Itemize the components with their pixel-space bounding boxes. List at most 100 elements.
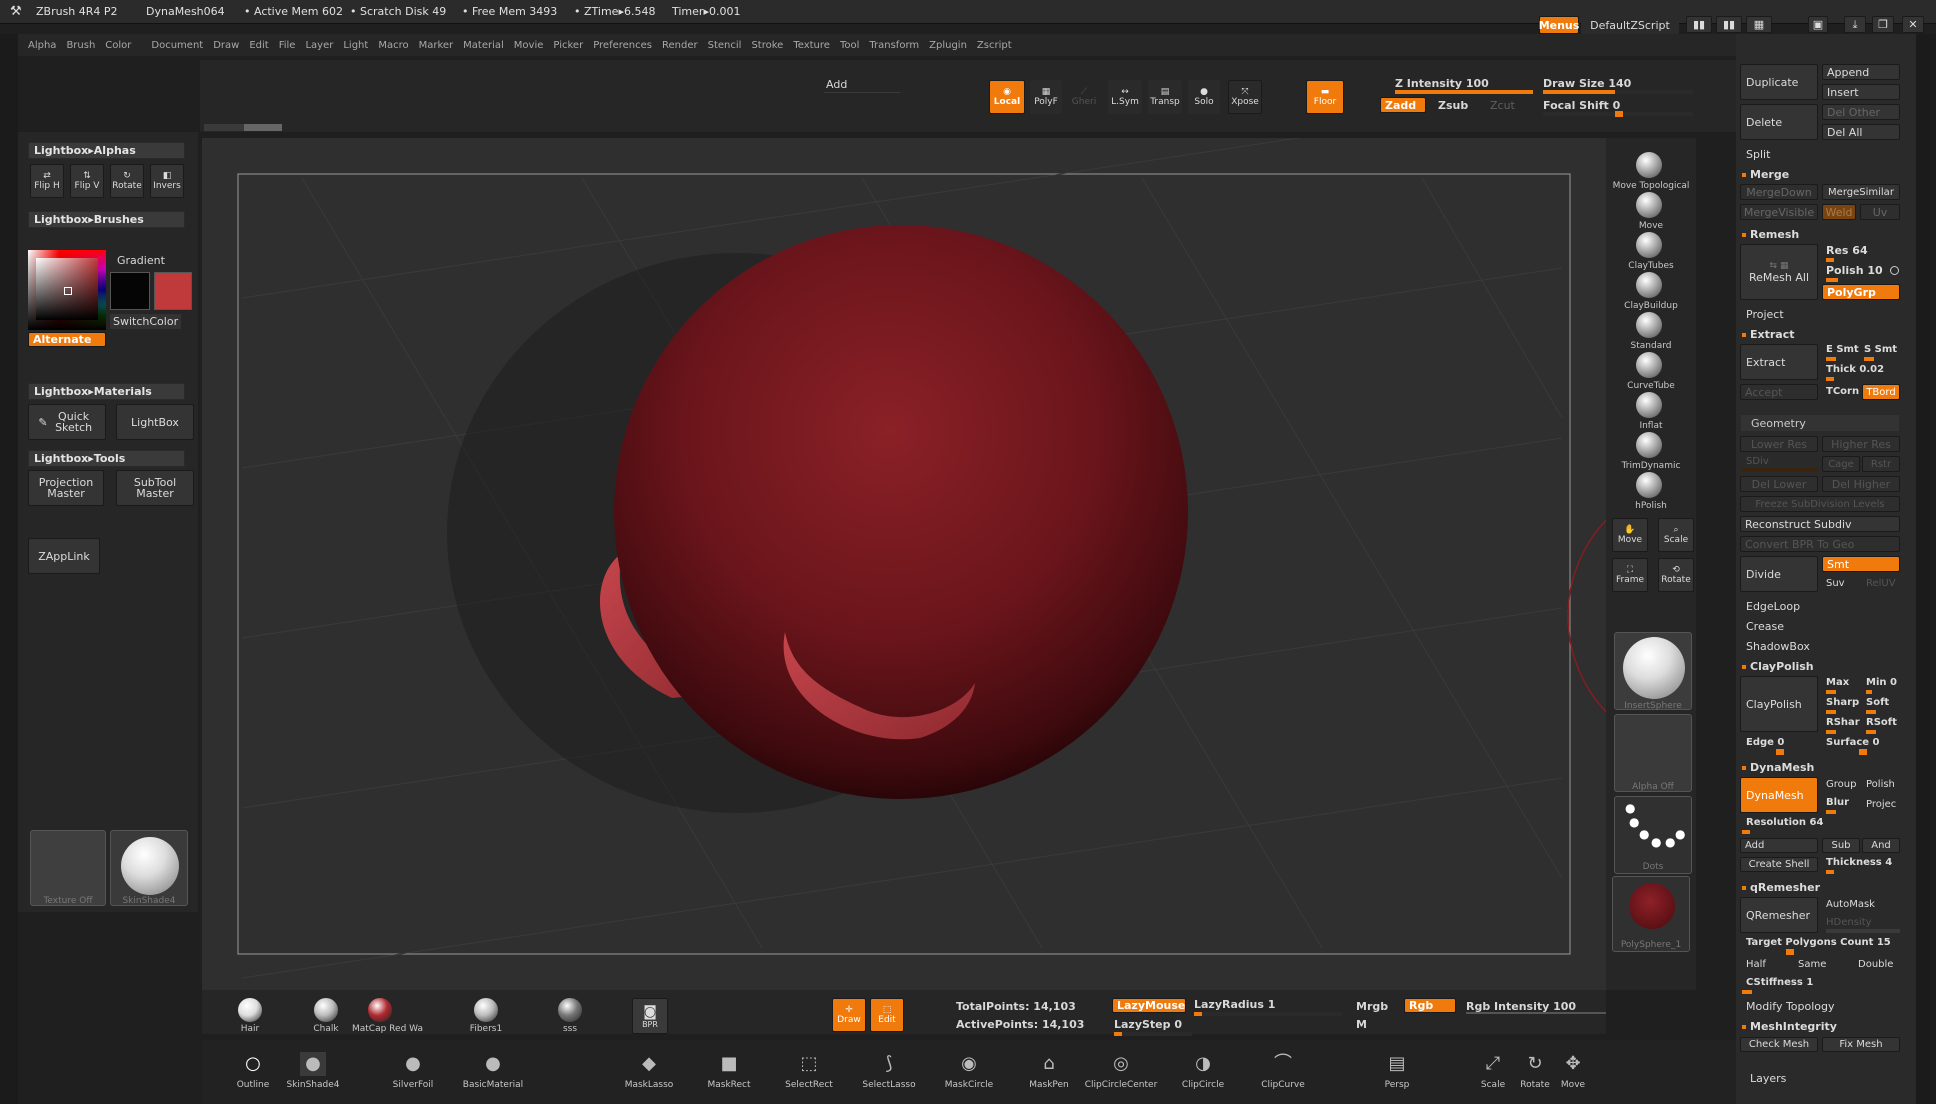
create-shell-button[interactable]: Create Shell <box>1740 857 1818 872</box>
soft-slider[interactable] <box>1866 710 1900 714</box>
convert-bpr-button[interactable]: Convert BPR To Geo <box>1740 536 1900 552</box>
sharp-slider[interactable] <box>1826 710 1860 714</box>
local-button[interactable]: ◉ Local <box>989 80 1025 114</box>
alpha-off-thumb[interactable] <box>1614 714 1692 792</box>
sdiv-slider[interactable] <box>1742 468 1818 472</box>
ui-grid-icon[interactable]: ▦ <box>1746 16 1772 33</box>
projec-button[interactable]: Projec <box>1866 799 1896 810</box>
target-polygons-slider[interactable] <box>1742 949 1900 955</box>
menu-movie[interactable]: Movie <box>514 40 544 56</box>
polyf-button[interactable]: ▦ PolyF <box>1030 80 1062 114</box>
nav-rotate-button[interactable]: ⟲ Rotate <box>1658 558 1694 592</box>
nav-frame-button[interactable]: ⛶ Frame <box>1612 558 1648 592</box>
menu-preferences[interactable]: Preferences <box>593 40 652 56</box>
fix-mesh-button[interactable]: Fix Mesh <box>1822 1037 1900 1052</box>
scroll-indicator[interactable] <box>204 124 282 131</box>
blur-slider[interactable] <box>1826 810 1860 814</box>
z-intensity-slider[interactable] <box>1395 90 1533 94</box>
merge-similar-button[interactable]: MergeSimilar <box>1822 184 1900 200</box>
ui-layout2-icon[interactable]: ▮▮ <box>1716 16 1742 33</box>
draw-size-slider[interactable] <box>1543 90 1693 94</box>
close-icon[interactable]: ✕ <box>1902 16 1924 33</box>
menu-marker[interactable]: Marker <box>419 40 454 56</box>
tool-maskrect-icon[interactable]: ■ <box>716 1052 742 1076</box>
and-button[interactable]: And <box>1862 838 1900 853</box>
menu-material[interactable]: Material <box>463 40 504 56</box>
cstiffness-slider[interactable] <box>1742 990 1900 994</box>
rgb-button[interactable]: Rgb <box>1404 998 1456 1013</box>
tool-basicmaterial-icon[interactable]: ● <box>480 1052 506 1076</box>
menu-picker[interactable]: Picker <box>553 40 583 56</box>
sub-button[interactable]: Sub <box>1822 838 1860 853</box>
menu-brush[interactable]: Brush <box>66 40 95 56</box>
check-mesh-button[interactable]: Check Mesh <box>1740 1037 1818 1052</box>
menu-macro[interactable]: Macro <box>378 40 408 56</box>
zcut-button[interactable]: Zcut <box>1490 99 1515 112</box>
menu-color[interactable]: Color <box>105 40 131 56</box>
brush-standard-icon[interactable] <box>1636 312 1662 338</box>
nav-scale-button[interactable]: ⌕ Scale <box>1658 518 1694 552</box>
max-slider[interactable] <box>1826 690 1860 694</box>
restore-icon[interactable]: ❐ <box>1872 16 1894 33</box>
projection-master-button[interactable]: Projection Master <box>28 470 104 506</box>
save-icon[interactable]: ▣ <box>1808 16 1828 33</box>
viewport[interactable] <box>202 138 1606 990</box>
switchcolor-button[interactable]: SwitchColor <box>110 314 182 329</box>
menu-transform[interactable]: Transform <box>869 40 919 56</box>
thickness-slider[interactable] <box>1826 870 1900 874</box>
rotate-alpha-button[interactable]: ↻ Rotate <box>110 164 144 198</box>
material-fibers1-icon[interactable] <box>474 998 498 1022</box>
brush-move-topological-icon[interactable] <box>1636 152 1662 178</box>
menu-file[interactable]: File <box>279 40 296 56</box>
e-smt-slider[interactable] <box>1826 357 1860 361</box>
bpr-button[interactable]: ◙ BPR <box>632 998 668 1034</box>
transp-button[interactable]: ▤ Transp <box>1148 80 1182 114</box>
surface-slider[interactable] <box>1826 749 1900 755</box>
tool-scale-icon[interactable]: ⤢ <box>1480 1052 1506 1076</box>
menu-zscript[interactable]: Zscript <box>977 40 1012 56</box>
material-matcap-red-wa-icon[interactable] <box>368 998 392 1022</box>
project-section[interactable]: Project <box>1746 308 1784 321</box>
texture-thumbnail[interactable] <box>30 830 106 906</box>
menu-stencil[interactable]: Stencil <box>708 40 742 56</box>
brush-claybuildup-icon[interactable] <box>1636 272 1662 298</box>
extract-button[interactable]: Extract <box>1740 344 1818 380</box>
del-higher-button[interactable]: Del Higher <box>1822 476 1900 492</box>
edit-mode-button[interactable]: ⬚ Edit <box>870 998 904 1032</box>
lightbox-brushes-header[interactable]: Lightbox▸Brushes <box>28 211 185 228</box>
alternate-button[interactable]: Alternate <box>28 332 106 347</box>
merge-section[interactable]: Merge <box>1742 168 1789 181</box>
tool-move-icon[interactable]: ✥ <box>1560 1052 1586 1076</box>
tool-maskcircle-icon[interactable]: ◉ <box>956 1052 982 1076</box>
half-button[interactable]: Half <box>1746 959 1766 970</box>
rstr-button[interactable]: Rstr <box>1862 456 1900 472</box>
brush-trimdynamic-icon[interactable] <box>1636 432 1662 458</box>
material-sss-icon[interactable] <box>558 998 582 1022</box>
xpose-button[interactable]: ⤧ Xpose <box>1228 80 1262 114</box>
append-button[interactable]: Append <box>1822 64 1900 80</box>
resolution-slider[interactable] <box>1742 830 1900 834</box>
secondary-color-swatch[interactable] <box>110 272 150 310</box>
tool-selectrect-icon[interactable]: ⬚ <box>796 1052 822 1076</box>
del-other-button[interactable]: Del Other <box>1822 104 1900 120</box>
lightbox-materials-header[interactable]: Lightbox▸Materials <box>28 383 185 400</box>
gradient-label[interactable]: Gradient <box>117 254 165 267</box>
rshar-slider[interactable] <box>1826 730 1860 734</box>
lazy-radius-slider[interactable] <box>1194 1012 1342 1016</box>
brush-curvetube-icon[interactable] <box>1636 352 1662 378</box>
dynamesh-button[interactable]: DynaMesh <box>1740 777 1818 813</box>
zapplink-button[interactable]: ZAppLink <box>28 538 100 574</box>
menus-button[interactable]: Menus <box>1539 16 1579 34</box>
split-section[interactable]: Split <box>1746 148 1770 161</box>
tool-skinshade4-icon[interactable]: ● <box>300 1052 326 1076</box>
polygrp-button[interactable]: PolyGrp <box>1822 284 1900 300</box>
rsoft-slider[interactable] <box>1866 730 1900 734</box>
hdensity-slider[interactable] <box>1826 929 1900 933</box>
menu-stroke[interactable]: Stroke <box>751 40 783 56</box>
weld-button[interactable]: Weld <box>1822 204 1856 220</box>
lazy-step-slider[interactable] <box>1114 1032 1192 1036</box>
menu-document[interactable]: Document <box>151 40 203 56</box>
same-button[interactable]: Same <box>1798 959 1826 970</box>
menu-light[interactable]: Light <box>343 40 368 56</box>
brush-claytubes-icon[interactable] <box>1636 232 1662 258</box>
